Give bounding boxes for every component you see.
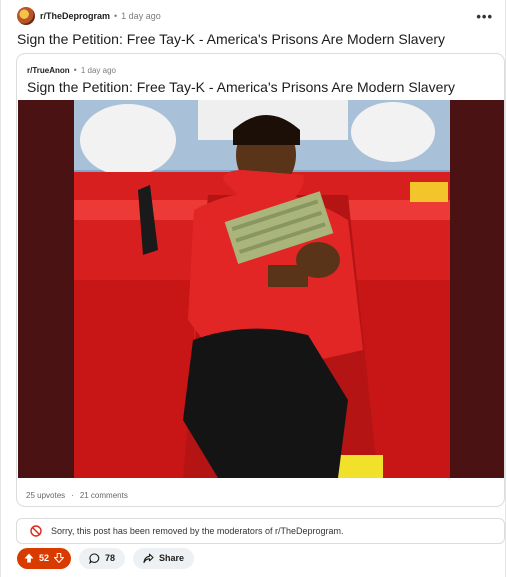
more-options-button[interactable]: ••• — [476, 9, 497, 24]
crosspost-stats: 25 upvotes · 21 comments — [26, 491, 128, 500]
subreddit-avatar[interactable] — [17, 7, 35, 25]
crosspost-separator: • — [73, 65, 77, 75]
crosspost-subreddit-link[interactable]: r/TrueAnon — [27, 66, 70, 75]
post-title[interactable]: Sign the Petition: Free Tay-K - America'… — [17, 31, 445, 47]
crosspost-header: r/TrueAnon • 1 day ago — [27, 65, 116, 75]
removed-notice: Sorry, this post has been removed by the… — [16, 518, 505, 544]
comments-count: 78 — [105, 553, 116, 563]
downvote-icon[interactable] — [54, 553, 65, 563]
upvote-icon[interactable] — [24, 553, 34, 563]
stats-separator: · — [71, 491, 74, 500]
action-bar: 52 78 Share — [17, 547, 195, 569]
subreddit-link[interactable]: r/TheDeprogram — [40, 11, 110, 21]
header-separator: • — [114, 11, 118, 21]
comments-button[interactable]: 78 — [79, 547, 126, 569]
post-header: r/TheDeprogram • 1 day ago ••• — [17, 6, 497, 26]
post-image[interactable] — [18, 100, 504, 478]
post-card: r/TheDeprogram • 1 day ago ••• Sign the … — [0, 0, 506, 577]
share-icon — [143, 553, 154, 563]
crosspost-card[interactable]: r/TrueAnon • 1 day ago Sign the Petition… — [16, 53, 505, 507]
ban-icon — [30, 525, 42, 537]
crosspost-age: 1 day ago — [80, 65, 116, 75]
post-age: 1 day ago — [121, 11, 161, 21]
share-button[interactable]: Share — [133, 547, 195, 569]
share-label: Share — [159, 553, 185, 563]
removed-notice-text: Sorry, this post has been removed by the… — [51, 526, 344, 536]
comment-icon — [89, 552, 100, 564]
post-photo — [18, 100, 504, 478]
crosspost-upvotes: 25 upvotes — [26, 491, 66, 500]
vote-control: 52 — [17, 547, 72, 569]
crosspost-comments[interactable]: 21 comments — [80, 491, 128, 500]
vote-score: 52 — [39, 553, 50, 563]
crosspost-title[interactable]: Sign the Petition: Free Tay-K - America'… — [27, 79, 455, 95]
